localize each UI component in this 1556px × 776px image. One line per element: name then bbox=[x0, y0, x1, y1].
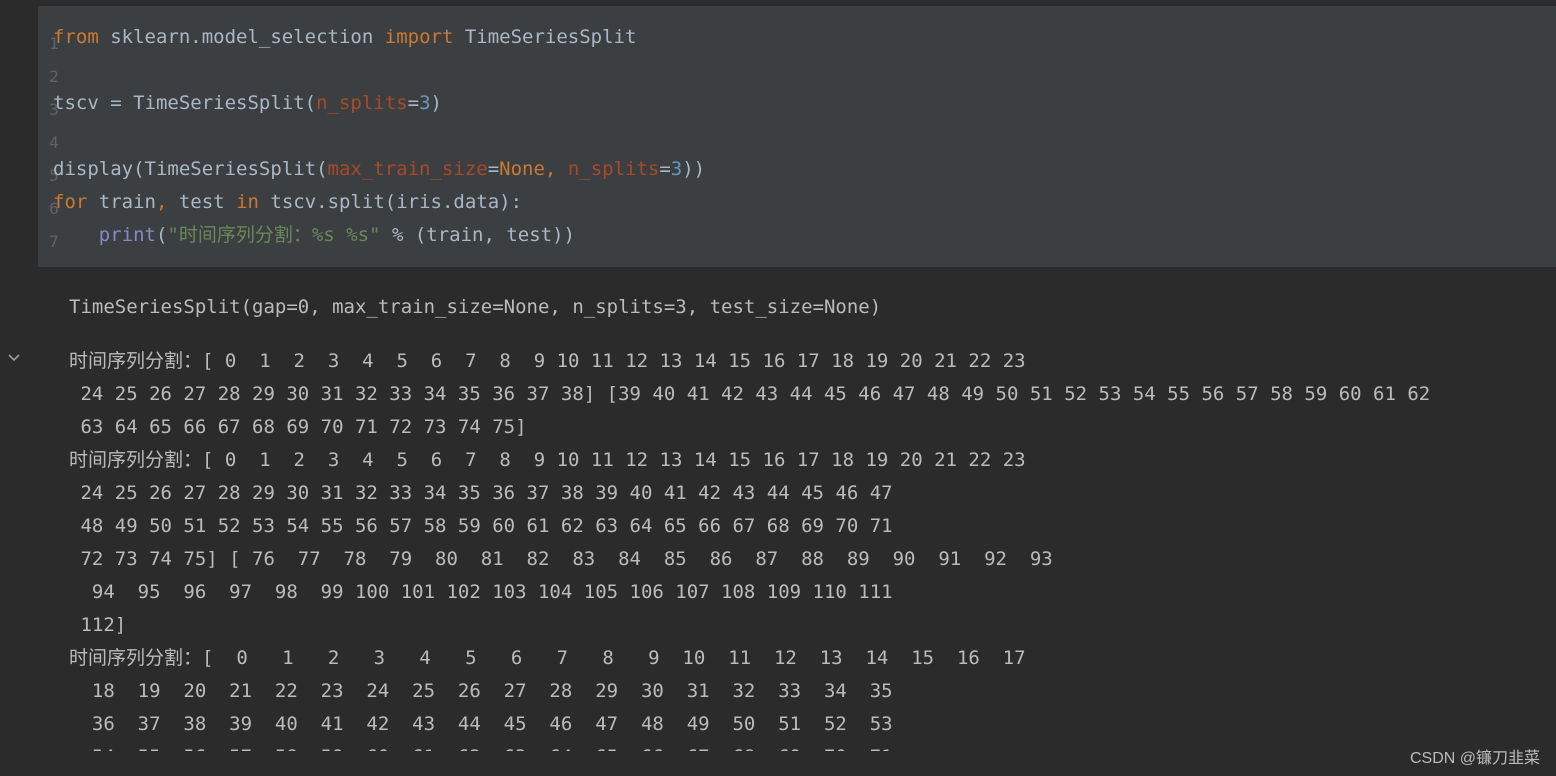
output-line: 24 25 26 27 28 29 30 31 32 33 34 35 36 3… bbox=[69, 383, 1431, 405]
keyword: from bbox=[53, 26, 99, 48]
code-token: ( bbox=[155, 224, 168, 246]
code-line-1[interactable]: from sklearn.model_selection import Time… bbox=[53, 21, 1533, 54]
code-line-6[interactable]: for train, test in tscv.split(iris.data)… bbox=[53, 186, 1533, 219]
keyword: for bbox=[53, 191, 88, 213]
keyword: in bbox=[236, 191, 259, 213]
param-token: n_splits bbox=[316, 92, 408, 114]
output-line: 时间序列分割：[ 0 1 2 3 4 5 6 7 8 9 10 11 12 13… bbox=[69, 647, 1026, 669]
code-editor[interactable]: from sklearn.model_selection import Time… bbox=[53, 21, 1533, 252]
code-token: = bbox=[407, 92, 420, 114]
code-token: % (train, test)) bbox=[380, 224, 575, 246]
number-token: 3 bbox=[419, 92, 431, 114]
editor-gutter bbox=[0, 6, 38, 267]
output-line: 24 25 26 27 28 29 30 31 32 33 34 35 36 3… bbox=[69, 482, 893, 504]
output-line: 94 95 96 97 98 99 100 101 102 103 104 10… bbox=[69, 581, 893, 603]
chevron-down-icon[interactable] bbox=[6, 350, 22, 366]
number-token: 3 bbox=[670, 158, 683, 180]
output-line: 时间序列分割：[ 0 1 2 3 4 5 6 7 8 9 10 11 12 13… bbox=[69, 350, 1026, 372]
output-line: 36 37 38 39 40 41 42 43 44 45 46 47 48 4… bbox=[69, 713, 893, 735]
code-token: = bbox=[487, 158, 500, 180]
code-token: )) bbox=[682, 158, 706, 180]
watermark: CSDN @镰刀韭菜 bbox=[1409, 750, 1540, 767]
code-token: ) bbox=[430, 92, 442, 114]
code-token: train bbox=[87, 191, 156, 213]
code-token: test bbox=[167, 191, 237, 213]
code-line-3[interactable]: tscv = TimeSeriesSplit(n_splits=3) bbox=[53, 87, 1533, 120]
code-line-7[interactable]: print("时间序列分割：%s %s" % (train, test)) bbox=[53, 219, 1533, 252]
output-line: 72 73 74 75] [ 76 77 78 79 80 81 82 83 8… bbox=[69, 548, 1053, 570]
keyword: import bbox=[384, 26, 454, 48]
code-token: , bbox=[155, 191, 168, 213]
code-token: tscv.split(iris.data): bbox=[258, 191, 523, 213]
output-line: 48 49 50 51 52 53 54 55 56 57 58 59 60 6… bbox=[69, 515, 893, 537]
code-token: tscv = TimeSeriesSplit( bbox=[53, 92, 317, 114]
display-output: TimeSeriesSplit(gap=0, max_train_size=No… bbox=[69, 296, 882, 318]
code-line-5[interactable]: display(TimeSeriesSplit(max_train_size=N… bbox=[53, 153, 1533, 186]
code-token: , bbox=[544, 158, 568, 180]
code-line-2[interactable] bbox=[53, 54, 1533, 87]
code-token: display(TimeSeriesSplit( bbox=[53, 158, 328, 180]
string-token: "时间序列分割：%s %s" bbox=[167, 224, 381, 246]
keyword: None bbox=[499, 158, 545, 180]
code-token: = bbox=[659, 158, 671, 180]
param-token: max_train_size bbox=[327, 158, 488, 180]
code-token: TimeSeriesSplit bbox=[453, 26, 637, 48]
builtin-token: print bbox=[98, 224, 156, 246]
param-token: n_splits bbox=[567, 158, 660, 180]
output-line: 时间序列分割：[ 0 1 2 3 4 5 6 7 8 9 10 11 12 13… bbox=[69, 449, 1026, 471]
output-line: 18 19 20 21 22 23 24 25 26 27 28 29 30 3… bbox=[69, 680, 893, 702]
output-line: 63 64 65 66 67 68 69 70 71 72 73 74 75] bbox=[69, 416, 527, 438]
code-line-4[interactable] bbox=[53, 120, 1533, 153]
code-token: sklearn.model_selection bbox=[98, 26, 385, 48]
output-line: 54 55 56 57 58 59 60 61 62 63 64 65 66 6… bbox=[69, 741, 1539, 751]
stdout-output: 时间序列分割：[ 0 1 2 3 4 5 6 7 8 9 10 11 12 13… bbox=[69, 345, 1539, 751]
output-line: 112] bbox=[69, 614, 127, 636]
